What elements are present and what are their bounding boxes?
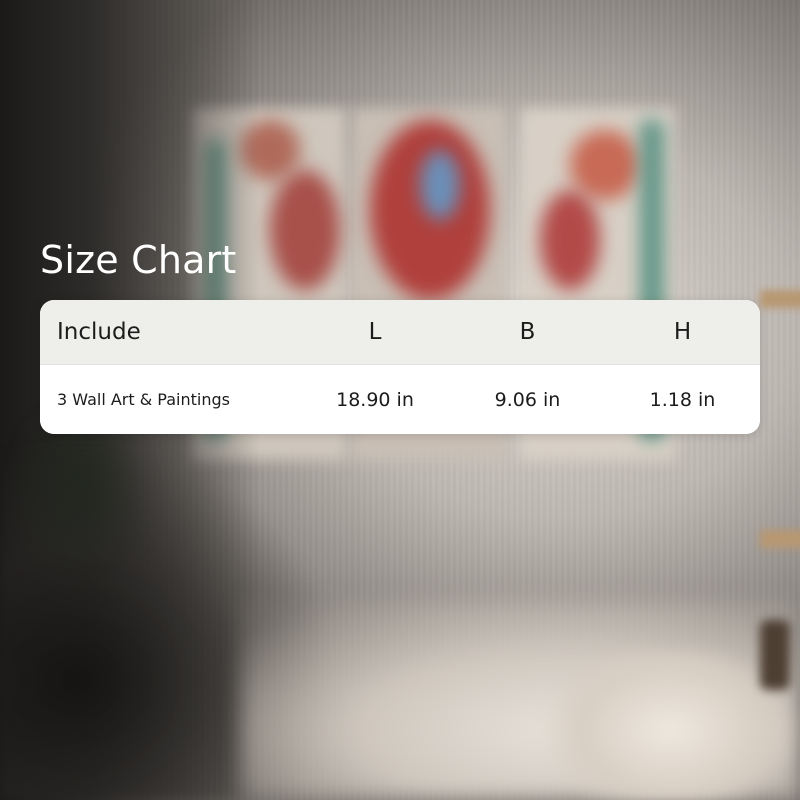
size-chart-table: Include L B H 3 Wall Art & Paintings 18.… bbox=[40, 300, 760, 434]
art-shape bbox=[420, 150, 460, 220]
art-shape bbox=[570, 130, 640, 200]
table-header-row: Include L B H bbox=[40, 300, 760, 365]
header-length: L bbox=[368, 319, 382, 345]
shelf bbox=[760, 290, 800, 308]
header-height: H bbox=[673, 319, 692, 345]
page-title: Size Chart bbox=[40, 238, 237, 282]
cell-length: 18.90 in bbox=[336, 388, 414, 411]
cell-height: 1.18 in bbox=[649, 388, 716, 411]
art-shape bbox=[270, 170, 340, 290]
cell-breadth: 9.06 in bbox=[494, 388, 561, 411]
shelf bbox=[760, 530, 800, 548]
art-shape bbox=[540, 190, 600, 290]
vase bbox=[760, 620, 790, 690]
table-row: 3 Wall Art & Paintings 18.90 in 9.06 in … bbox=[40, 365, 760, 434]
cell-include: 3 Wall Art & Paintings bbox=[57, 390, 230, 409]
header-breadth: B bbox=[519, 319, 536, 345]
header-include: Include bbox=[57, 319, 141, 345]
